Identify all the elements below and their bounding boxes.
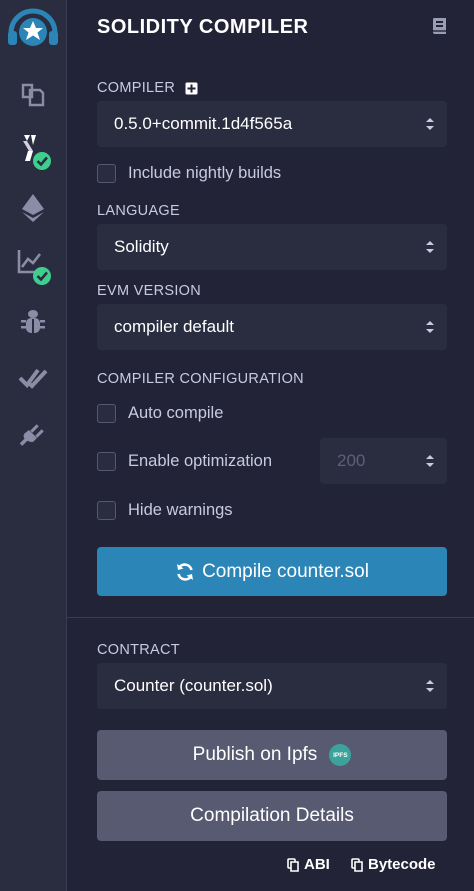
copy-abi-label: ABI — [304, 856, 330, 873]
solidity-compiler-icon[interactable] — [13, 131, 53, 171]
debugger-icon[interactable] — [13, 302, 53, 342]
nightly-builds-label: Include nightly builds — [128, 164, 282, 182]
publish-ipfs-label: Publish on Ipfs — [192, 744, 318, 765]
language-select[interactable]: Solidity — [97, 224, 447, 270]
optimization-runs-input[interactable]: 200 — [320, 438, 447, 484]
contract-select[interactable]: Counter (counter.sol) — [97, 663, 447, 709]
compiler-label: COMPILER — [97, 80, 176, 96]
file-explorer-icon[interactable] — [13, 74, 53, 114]
compiler-panel: SOLIDITY COMPILER COMPILER 0.5.0+commit.… — [67, 0, 474, 891]
compiler-version-value: 0.5.0+commit.1d4f565a — [114, 114, 293, 133]
language-label: LANGUAGE — [97, 203, 180, 219]
hide-warnings-label: Hide warnings — [128, 501, 233, 519]
evm-version-select[interactable]: compiler default — [97, 304, 447, 350]
stepper-caret-icon[interactable] — [425, 453, 435, 469]
contract-value: Counter (counter.sol) — [114, 676, 273, 695]
enable-optimization-label: Enable optimization — [128, 452, 273, 470]
add-compiler-icon[interactable] — [185, 82, 198, 95]
compiler-section: COMPILER — [97, 80, 198, 96]
deploy-run-icon[interactable] — [13, 188, 53, 228]
copy-bytecode-button[interactable]: Bytecode — [351, 856, 436, 873]
optimization-runs-value: 200 — [337, 451, 366, 470]
select-caret-icon — [426, 241, 434, 253]
section-divider — [67, 617, 474, 618]
checkbox-box[interactable] — [97, 452, 116, 471]
compiler-version-select[interactable]: 0.5.0+commit.1d4f565a — [97, 101, 447, 147]
panel-title: SOLIDITY COMPILER — [97, 16, 309, 38]
evm-version-value: compiler default — [114, 317, 235, 336]
checkbox-box[interactable] — [97, 164, 116, 183]
language-value: Solidity — [114, 237, 169, 256]
checkbox-box[interactable] — [97, 501, 116, 520]
icon-sidebar — [0, 0, 67, 891]
analysis-icon[interactable] — [13, 246, 53, 286]
plugin-manager-icon[interactable] — [13, 414, 53, 454]
testing-icon[interactable] — [13, 358, 53, 398]
publish-ipfs-button[interactable]: Publish on Ipfs IPFS — [97, 730, 447, 780]
contract-label: CONTRACT — [97, 642, 180, 658]
select-caret-icon — [426, 118, 434, 130]
documentation-icon[interactable] — [432, 17, 448, 40]
compilation-details-label: Compilation Details — [190, 805, 354, 826]
remix-logo-icon[interactable] — [6, 6, 60, 52]
auto-compile-label: Auto compile — [128, 404, 224, 422]
select-caret-icon — [426, 680, 434, 692]
refresh-icon — [177, 562, 194, 581]
compile-button[interactable]: Compile counter.sol — [97, 547, 447, 596]
hide-warnings-checkbox[interactable]: Hide warnings — [97, 501, 233, 520]
compiler-configuration-label: COMPILER CONFIGURATION — [97, 371, 304, 387]
copy-abi-button[interactable]: ABI — [287, 856, 330, 873]
enable-optimization-checkbox[interactable]: Enable optimization — [97, 452, 272, 471]
ipfs-icon: IPFS — [329, 744, 352, 766]
copy-bytecode-label: Bytecode — [368, 856, 436, 873]
compilation-details-button[interactable]: Compilation Details — [97, 791, 447, 841]
evm-version-label: EVM VERSION — [97, 283, 202, 299]
select-caret-icon — [426, 321, 434, 333]
copy-icon — [287, 857, 299, 872]
copy-icon — [351, 857, 363, 872]
checkbox-box[interactable] — [97, 404, 116, 423]
auto-compile-checkbox[interactable]: Auto compile — [97, 404, 223, 423]
nightly-builds-checkbox[interactable]: Include nightly builds — [97, 164, 281, 183]
compile-button-label: Compile counter.sol — [202, 560, 369, 582]
